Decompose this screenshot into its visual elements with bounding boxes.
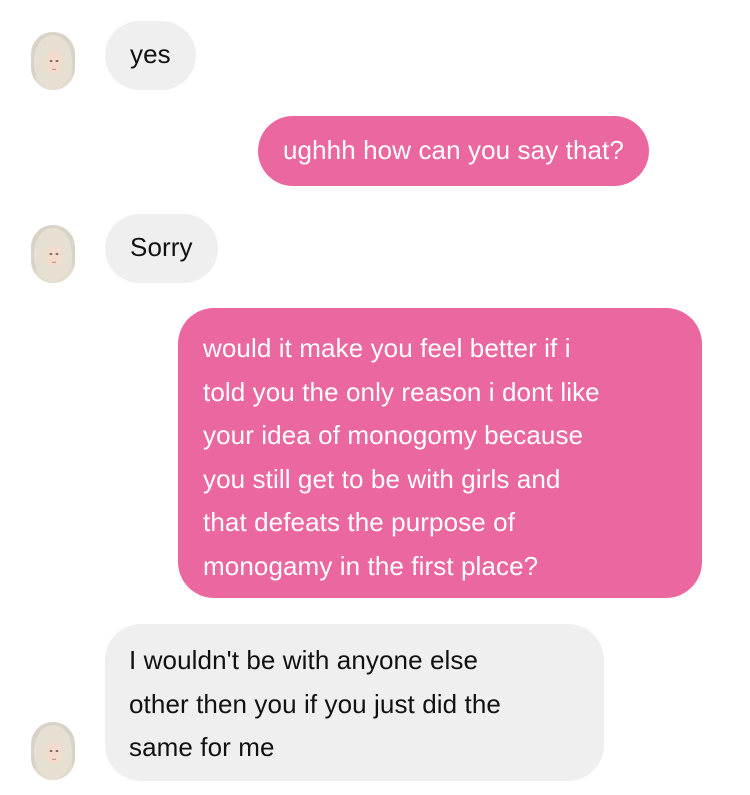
message-bubble-incoming[interactable]: yes (105, 21, 196, 90)
message-line: ughhh how can you say that? (283, 135, 624, 165)
message-line: told you the only reason i dont like (203, 376, 600, 407)
message-line: same for me (129, 732, 275, 763)
message-line: Sorry (130, 232, 193, 262)
message-bubble-incoming[interactable]: Sorry (105, 214, 218, 283)
message-bubble-outgoing[interactable]: ughhh how can you say that? (258, 116, 649, 186)
message-bubble-outgoing[interactable]: would it make you feel better if i told … (178, 308, 702, 598)
message-line: your idea of monogomy because (203, 420, 584, 451)
contact-avatar[interactable] (31, 32, 75, 90)
message-line: monogamy in the first place? (203, 550, 539, 581)
message-line: you still get to be with girls and (203, 463, 561, 494)
contact-avatar[interactable] (31, 722, 75, 780)
contact-avatar[interactable] (31, 225, 75, 283)
message-line: that defeats the purpose of (203, 507, 516, 538)
message-line: other then you if you just did the (129, 688, 501, 719)
message-bubble-incoming[interactable]: I wouldn't be with anyone else other the… (105, 624, 604, 781)
message-line: yes (130, 39, 171, 69)
message-line: would it make you feel better if i (203, 333, 571, 363)
message-line: I wouldn't be with anyone else (129, 645, 479, 675)
